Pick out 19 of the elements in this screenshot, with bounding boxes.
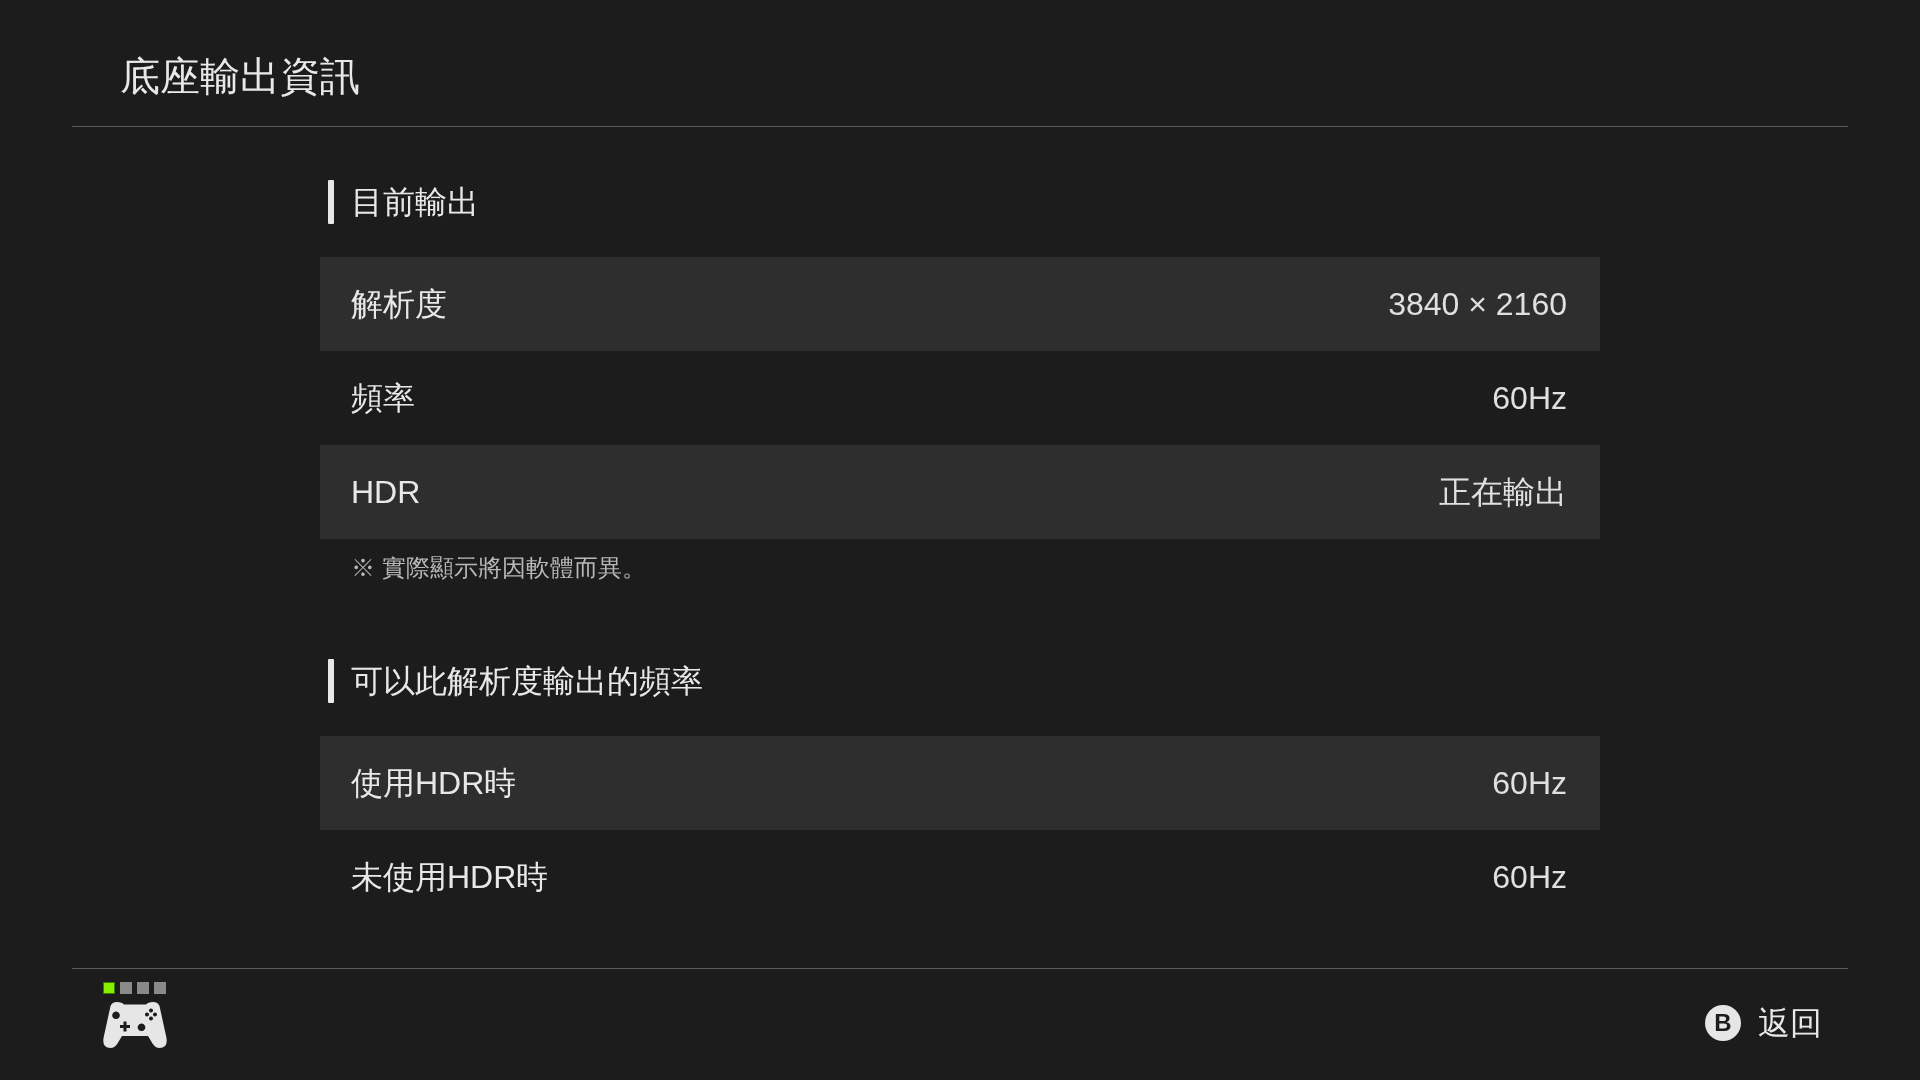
section-marker	[328, 180, 334, 224]
page-title: 底座輸出資訊	[120, 53, 360, 100]
section-marker	[328, 659, 334, 703]
footnote: ※ 實際顯示將因軟體而異。	[351, 553, 646, 583]
row-label: 解析度	[351, 285, 447, 324]
row-label: HDR	[351, 473, 421, 512]
row-value: 60Hz	[1492, 858, 1568, 897]
section-heading: 目前輸出	[351, 183, 479, 222]
row-label: 使用HDR時	[351, 764, 517, 803]
back-button[interactable]: B 返回	[1705, 1003, 1822, 1043]
row-label: 頻率	[351, 379, 415, 418]
row-value: 正在輸出	[1439, 473, 1568, 512]
row-label: 未使用HDR時	[351, 858, 549, 897]
b-key-glyph: B	[1705, 1005, 1741, 1041]
row-value: 3840 × 2160	[1388, 285, 1568, 324]
row-value: 60Hz	[1492, 379, 1568, 418]
gamepad-icon	[102, 1001, 168, 1049]
section-heading: 可以此解析度輸出的頻率	[351, 662, 703, 701]
row-value: 60Hz	[1492, 764, 1568, 803]
